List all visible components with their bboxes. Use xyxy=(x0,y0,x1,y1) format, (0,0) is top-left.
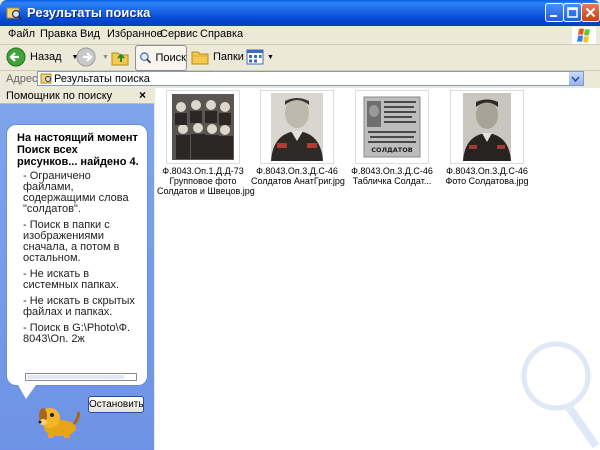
assistant-header: Помощник по поиску × xyxy=(0,88,154,104)
file-item[interactable]: Ф.8043.Оп.3.Д.С-46 Солдатов АнатГриг.jpg xyxy=(251,90,345,186)
forward-dropdown-icon[interactable]: ▼ xyxy=(102,54,109,61)
file-name-line: Групповое фото xyxy=(169,176,237,186)
file-name-line: Солдатов и Швецов.jpg xyxy=(157,186,255,196)
search-window-icon xyxy=(6,7,22,21)
back-arrow-icon xyxy=(6,47,26,67)
search-button[interactable]: Поиск xyxy=(135,45,187,71)
close-icon[interactable]: × xyxy=(139,88,146,102)
search-label: Поиск xyxy=(155,52,186,64)
file-thumbnail: СОЛДАТОВ xyxy=(355,90,429,164)
menu-file[interactable]: Файл xyxy=(8,28,35,40)
address-field[interactable]: Результаты поиска xyxy=(37,71,584,86)
menu-bar: Файл Правка Вид Избранное Сервис Справка xyxy=(0,26,600,45)
list-item: - Ограничено файлами, содержащими слова … xyxy=(23,170,129,215)
windows-logo-icon xyxy=(572,27,596,44)
maximize-button[interactable] xyxy=(563,3,582,22)
assistant-bubble: На настоящий момент Поиск всех рисунков.… xyxy=(6,124,148,413)
title-bar[interactable]: Результаты поиска xyxy=(0,0,600,26)
toolbar: Назад ▼ ▼ Поиск Папки ▼ xyxy=(0,45,600,71)
results-pane: Ф.8043.Оп.1.Д.Д-73 Групповое фото Солдат… xyxy=(155,88,600,450)
menu-tools[interactable]: Сервис xyxy=(160,28,198,40)
close-button[interactable] xyxy=(581,3,600,22)
search-dog-icon xyxy=(38,408,80,438)
window-title: Результаты поиска xyxy=(27,5,151,20)
folders-label: Папки xyxy=(213,51,244,63)
search-results-icon xyxy=(40,73,52,84)
magnifier-watermark-icon xyxy=(521,341,600,449)
file-item[interactable]: СОЛДАТОВ Ф.8043.Оп.3.Д.С-46 Табличка Сол… xyxy=(346,90,438,186)
menu-view[interactable]: Вид xyxy=(80,28,100,40)
stop-button[interactable]: Остановить xyxy=(88,396,144,413)
file-name-line: Ф.8043.Оп.1.Д.Д-73 xyxy=(162,166,244,176)
plaque-text: СОЛДАТОВ xyxy=(371,146,412,154)
search-status-headline: На настоящий момент Поиск всех рисунков.… xyxy=(17,132,139,168)
forward-arrow-icon xyxy=(76,47,96,67)
list-item: - Поиск в G:\Photo\Ф. 8043\On. 2ж xyxy=(23,322,131,345)
file-thumbnail xyxy=(450,90,524,164)
search-criteria-list: - Ограничено файлами, содержащими слова … xyxy=(19,171,143,350)
file-name-line: Ф.8043.Оп.3.Д.С-46 xyxy=(446,166,528,176)
forward-button[interactable]: ▼ xyxy=(76,45,109,69)
up-folder-icon xyxy=(111,52,129,66)
file-name-line: Солдатов АнатГриг.jpg xyxy=(251,176,345,186)
address-value: Результаты поиска xyxy=(54,73,150,85)
menu-favorites[interactable]: Избранное xyxy=(107,28,163,40)
address-bar: Адрес: Результаты поиска xyxy=(0,71,600,87)
back-label: Назад xyxy=(30,51,62,63)
file-item[interactable]: Ф.8043.Оп.1.Д.Д-73 Групповое фото Солдат… xyxy=(157,90,255,196)
menu-edit[interactable]: Правка xyxy=(40,28,77,40)
list-item: - Не искать в системных папках. xyxy=(23,268,120,291)
file-thumbnail xyxy=(260,90,334,164)
folders-icon xyxy=(191,51,209,65)
views-dropdown-icon[interactable]: ▼ xyxy=(267,54,274,61)
search-progress-bar xyxy=(25,373,137,381)
views-button[interactable]: ▼ xyxy=(245,45,274,69)
file-name-line: Фото Солдатова.jpg xyxy=(445,176,529,186)
search-icon xyxy=(140,52,152,64)
file-name-line: Ф.8043.Оп.3.Д.С-46 xyxy=(256,166,338,176)
assistant-title: Помощник по поиску xyxy=(6,90,113,102)
list-item: - Не искать в скрытых файлах и папках. xyxy=(23,295,135,318)
address-label: Адрес: xyxy=(6,73,41,85)
list-item: - Поиск в папки с изображениями сначала,… xyxy=(23,219,120,264)
back-button[interactable]: Назад ▼ xyxy=(6,45,78,69)
file-item[interactable]: Ф.8043.Оп.3.Д.С-46 Фото Солдатова.jpg xyxy=(441,90,533,186)
progress-fill xyxy=(27,375,124,379)
address-dropdown-button[interactable] xyxy=(568,72,583,85)
up-folder-button[interactable] xyxy=(110,45,130,69)
chevron-down-icon xyxy=(571,76,580,83)
file-name-line: Табличка Солдат... xyxy=(352,176,432,186)
folders-button[interactable]: Папки xyxy=(190,45,244,69)
file-name-line: Ф.8043.Оп.3.Д.С-46 xyxy=(351,166,433,176)
minimize-button[interactable] xyxy=(545,3,564,22)
file-thumbnail xyxy=(166,90,240,164)
views-icon xyxy=(246,49,264,65)
menu-help[interactable]: Справка xyxy=(200,28,243,40)
